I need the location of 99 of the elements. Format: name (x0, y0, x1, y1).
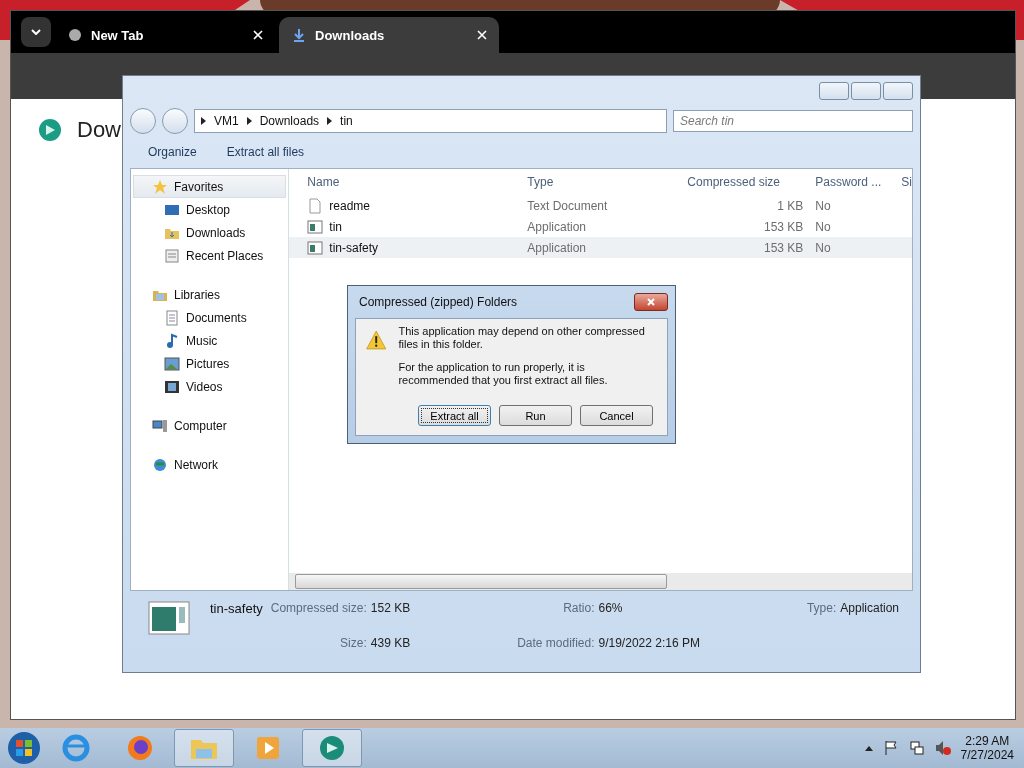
application-icon (307, 239, 324, 256)
nav-item[interactable]: Favorites (133, 175, 287, 198)
star-icon (152, 178, 168, 195)
nav-item[interactable]: Music (133, 329, 287, 352)
detail-label: Compressed size: (270, 601, 367, 615)
table-cell-text: 153 KB (762, 219, 805, 234)
page-heading: Dow (77, 117, 121, 143)
browser-logo-icon (317, 733, 347, 763)
music-note-icon (164, 332, 180, 349)
close-icon (477, 30, 487, 40)
file-name: tin (329, 219, 342, 234)
nav-item[interactable]: Pictures (133, 352, 287, 375)
chevron-icon (246, 117, 252, 125)
detail-label: Type: (806, 601, 837, 615)
network-icon (152, 456, 168, 473)
close-button[interactable] (634, 293, 668, 311)
application-icon (148, 601, 190, 635)
breadcrumb-item[interactable]: VM1 (214, 114, 239, 128)
pictures-icon (164, 355, 180, 372)
nav-item[interactable]: Computer (133, 414, 287, 437)
document-icon (164, 309, 180, 326)
column-header[interactable]: Name (307, 175, 340, 189)
maximize-button[interactable] (851, 82, 881, 100)
search-field[interactable]: Search tin (673, 110, 913, 132)
file-name: tin-safety (329, 240, 378, 255)
dialog-title: Compressed (zipped) Folders (358, 295, 518, 309)
file-name: tin-safety (210, 601, 263, 616)
nav-item[interactable]: Recent Places (133, 244, 287, 267)
nav-item[interactable]: Documents (133, 306, 287, 329)
text-file-icon (307, 197, 324, 214)
dialog-button[interactable]: Cancel (580, 405, 653, 426)
file-row[interactable]: tin-safety Application 153 KB No (289, 237, 912, 258)
application-icon (307, 218, 324, 235)
file-row[interactable]: readme Text Document 1 KB No (289, 195, 912, 216)
taskbar-app[interactable] (302, 729, 362, 767)
nav-item[interactable]: Downloads (133, 221, 287, 244)
detail-value: 152 KB (370, 601, 411, 615)
close-icon (253, 30, 263, 40)
table-cell-text: No (815, 198, 832, 213)
download-icon (291, 27, 307, 43)
clock-time: 2:29 AM (965, 734, 1010, 748)
browser-tab[interactable]: Downloads (279, 17, 499, 53)
detail-label: Ratio: (562, 601, 595, 615)
detail-label: Date modified: (517, 635, 595, 650)
table-cell-text: Text Document (527, 198, 609, 213)
horizontal-scrollbar[interactable] (289, 573, 912, 590)
toolbar-button[interactable]: Organize (148, 145, 197, 159)
browser-tab[interactable]: New Tab (55, 17, 275, 53)
breadcrumb-item[interactable]: Downloads (259, 114, 320, 128)
close-icon (647, 298, 655, 306)
dialog-message: This application may depend on other compressed files in this folder. (398, 325, 646, 351)
table-cell-text: Application (527, 240, 588, 255)
table-cell-text: No (815, 219, 832, 234)
muted-speaker-icon (934, 740, 951, 756)
dialog-message: For the application to run properly, it is recommended that you first extract all files. (398, 361, 609, 387)
chevron-down-icon (31, 29, 41, 35)
nav-item[interactable]: Libraries (133, 283, 287, 306)
breadcrumb-item[interactable]: tin (340, 114, 353, 128)
browser-logo-icon (37, 117, 63, 143)
toolbar-button[interactable]: Extract all files (226, 145, 305, 159)
detail-value: 9/19/2022 2:16 PM (598, 635, 700, 650)
flag-icon (882, 740, 899, 756)
column-header[interactable]: Si (901, 175, 912, 189)
detail-value: Application (840, 601, 899, 615)
fox-globe-icon (125, 733, 155, 763)
taskbar-app[interactable] (174, 729, 234, 767)
caret-up-icon (864, 745, 873, 751)
recent-places-icon (164, 247, 180, 264)
nav-item[interactable]: Desktop (133, 198, 287, 221)
column-header[interactable]: Type (527, 175, 554, 189)
globe-e-icon (61, 733, 91, 763)
nav-item[interactable]: Network (133, 453, 287, 476)
file-row[interactable]: tin Application 153 KB No (289, 216, 912, 237)
detail-value: 66% (598, 601, 624, 615)
computer-icon (152, 417, 168, 434)
forward-button[interactable] (162, 108, 188, 134)
dialog-button[interactable]: Run (499, 405, 572, 426)
detail-label: Size: (339, 635, 367, 650)
nav-item[interactable]: Videos (133, 375, 287, 398)
film-icon (164, 378, 180, 395)
table-cell-text: No (815, 240, 832, 255)
back-button[interactable] (130, 108, 156, 134)
chevron-icon (327, 117, 333, 125)
address-bar[interactable]: VM1 Downloads tin (194, 109, 667, 133)
chevron-icon (201, 117, 206, 125)
minimize-button[interactable] (819, 82, 849, 100)
clock-date: 7/27/2024 (960, 748, 1014, 762)
file-name: readme (329, 198, 370, 213)
table-cell-text: Application (527, 219, 588, 234)
network-icon (908, 740, 925, 756)
table-cell-text: 1 KB (776, 198, 805, 213)
start-button[interactable] (6, 730, 42, 766)
detail-value: 439 KB (370, 635, 411, 650)
table-cell-text: 153 KB (762, 240, 805, 255)
dialog-button[interactable]: Extract all (418, 405, 491, 426)
tab-search-button[interactable] (21, 17, 51, 47)
globe-icon (67, 27, 83, 43)
column-header[interactable]: Compressed size (687, 175, 781, 189)
column-header[interactable]: Password ... (815, 175, 882, 189)
